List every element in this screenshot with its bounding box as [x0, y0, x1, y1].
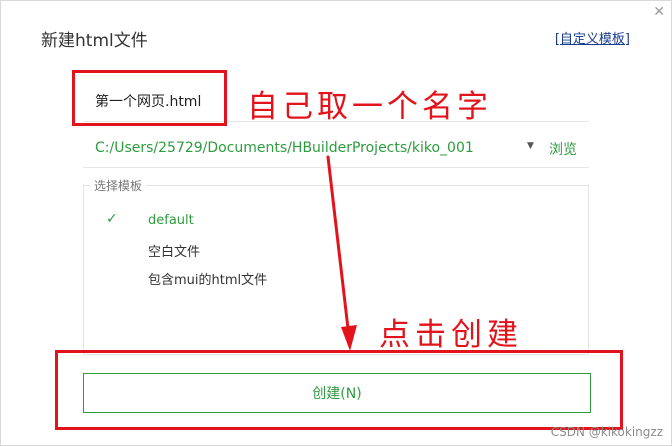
path-select[interactable]: C:/Users/25729/Documents/HBuilderProject… [95, 140, 474, 156]
new-html-file-dialog: ✕ 新建html文件 [自定义模板] C:/Users/25729/Docume… [0, 0, 672, 446]
create-button-highlight-box [55, 350, 623, 430]
path-row: C:/Users/25729/Documents/HBuilderProject… [83, 131, 589, 168]
custom-template-link[interactable]: [自定义模板] [555, 28, 630, 47]
template-item-mui[interactable]: 包含mui的html文件 [148, 269, 267, 288]
dialog-title: 新建html文件 [41, 31, 148, 51]
template-item-default[interactable]: default [148, 213, 194, 228]
name-hint-annotation: 自己取一个名字 [247, 89, 492, 125]
chevron-down-icon[interactable]: ▼ [527, 141, 534, 151]
template-item-blank[interactable]: 空白文件 [148, 241, 200, 260]
filename-highlight-box [72, 70, 227, 126]
template-section-label: 选择模板 [90, 177, 147, 194]
browse-button[interactable]: 浏览 [549, 139, 577, 159]
check-icon: ✓ [106, 211, 118, 227]
close-icon[interactable]: ✕ [653, 5, 665, 19]
watermark: CSDN @kikokingzz [550, 425, 663, 439]
create-hint-annotation: 点击创建 [379, 317, 523, 353]
